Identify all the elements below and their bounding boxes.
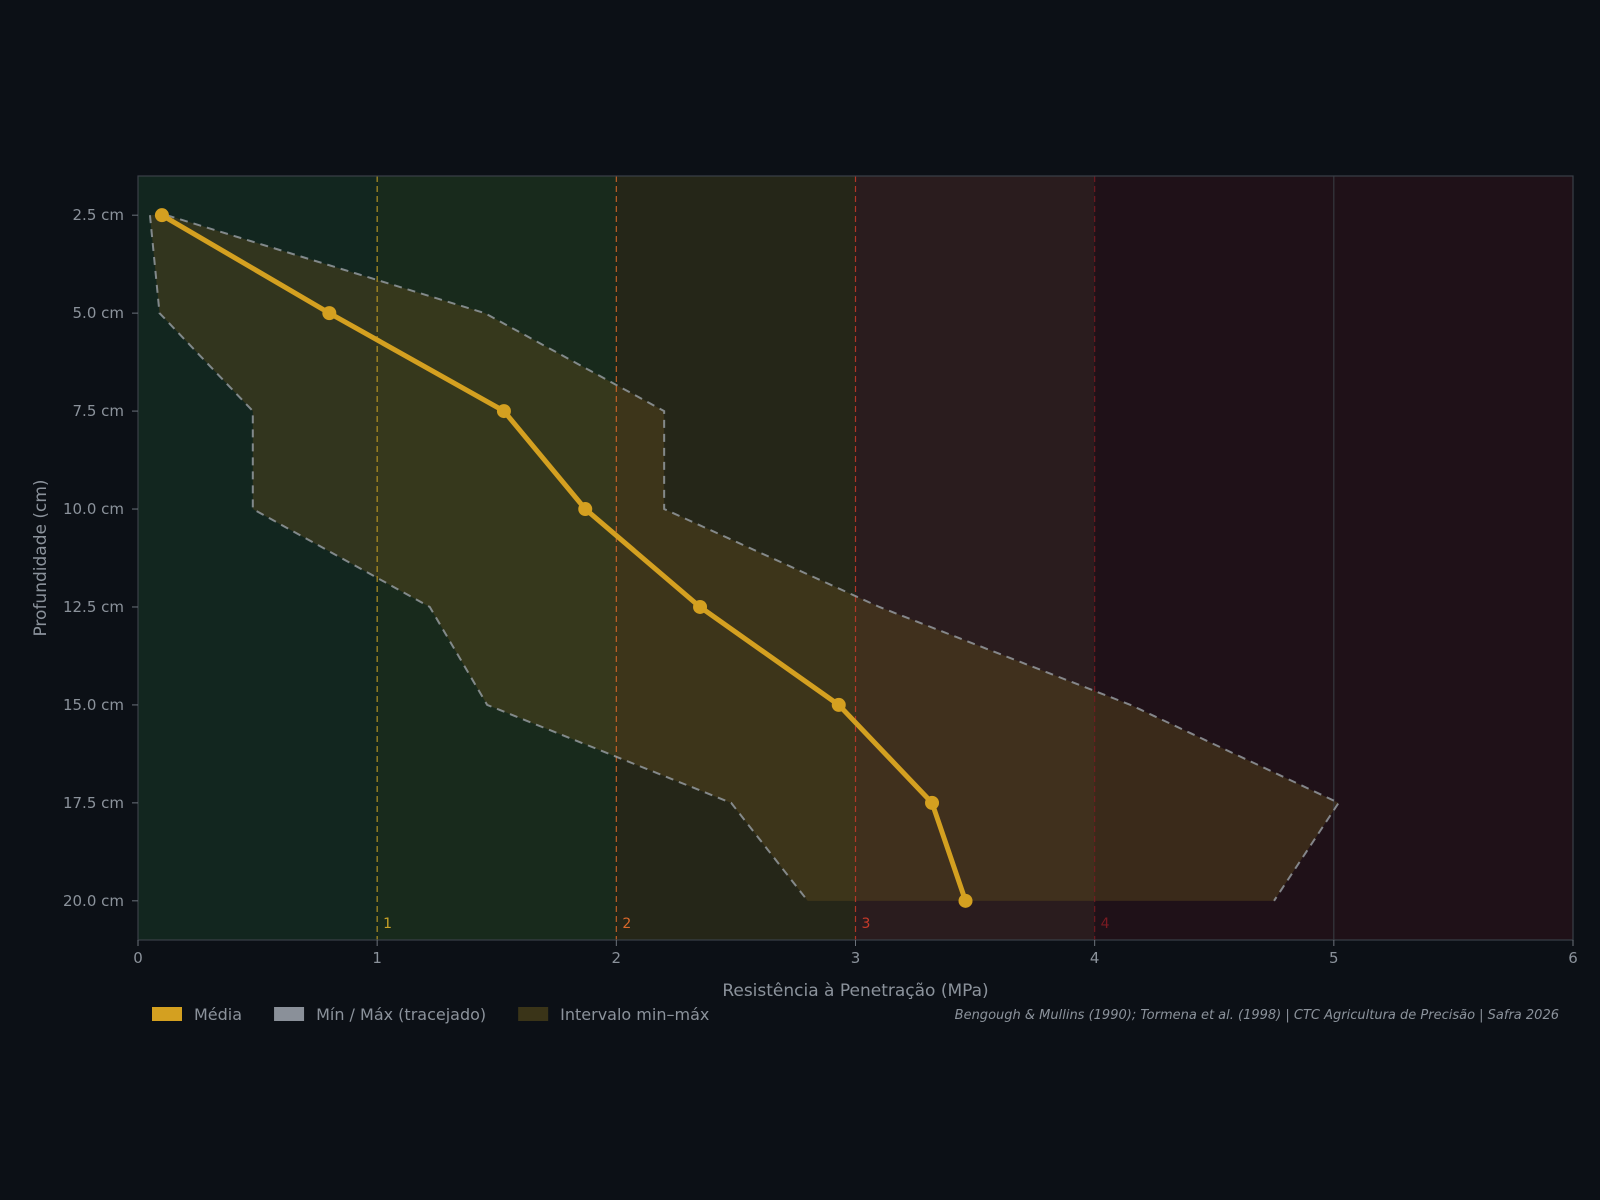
x-tick-label-0: 0: [133, 949, 143, 967]
point-media-1: [322, 306, 337, 321]
threshold-label-4: 4: [1101, 916, 1110, 932]
point-media-5: [831, 697, 846, 712]
y-tick-label: 17.5 cm: [63, 794, 124, 812]
legend: Média Mín / Máx (tracejado) Intervalo min–…: [152, 1005, 709, 1024]
y-tick-label: 15.0 cm: [63, 696, 124, 714]
legend-label-2: Intervalo min–máx: [560, 1005, 709, 1024]
point-media-7: [958, 893, 973, 908]
point-media-3: [578, 502, 593, 517]
threshold-label-2: 2: [622, 916, 631, 932]
x-axis-title: Resistência à Penetração (MPa): [722, 981, 988, 1001]
legend-swatch-2: [518, 1007, 549, 1021]
x-tick-label-3: 3: [851, 949, 861, 967]
point-media-2: [496, 404, 511, 419]
x-tick-label-4: 4: [1090, 949, 1100, 967]
point-media-6: [925, 795, 940, 810]
y-tick-label: 2.5 cm: [73, 206, 124, 224]
point-media-0: [154, 208, 169, 223]
legend-swatch-1: [274, 1007, 305, 1021]
y-tick-label: 20.0 cm: [63, 892, 124, 910]
x-tick-label-6: 6: [1568, 949, 1578, 967]
x-tick-label-2: 2: [612, 949, 622, 967]
legend-swatch-0: [152, 1007, 182, 1021]
threshold-label-3: 3: [862, 916, 871, 932]
y-tick-label: 5.0 cm: [73, 304, 124, 322]
y-tick-label: 12.5 cm: [63, 598, 124, 616]
x-tick-label-5: 5: [1329, 949, 1339, 967]
y-axis-title: Profundidade (cm): [31, 479, 51, 636]
legend-label-1: Mín / Máx (tracejado): [316, 1005, 486, 1024]
threshold-label-1: 1: [383, 916, 392, 932]
x-tick-label-1: 1: [372, 949, 382, 967]
penetration-resistance-chart: 1 2 3 4 0 1 2 3 4 5 6 2.5 cm 5.0 cm 7.5 cm 10.0 cm 12.…: [31, 175, 1578, 1024]
y-tick-label: 7.5 cm: [73, 402, 124, 420]
source-note: Bengough & Mullins (1990); Tormena et al…: [955, 1008, 1559, 1023]
legend-label-0: Média: [194, 1005, 242, 1024]
point-media-4: [693, 599, 708, 614]
y-tick-label: 10.0 cm: [63, 500, 124, 518]
